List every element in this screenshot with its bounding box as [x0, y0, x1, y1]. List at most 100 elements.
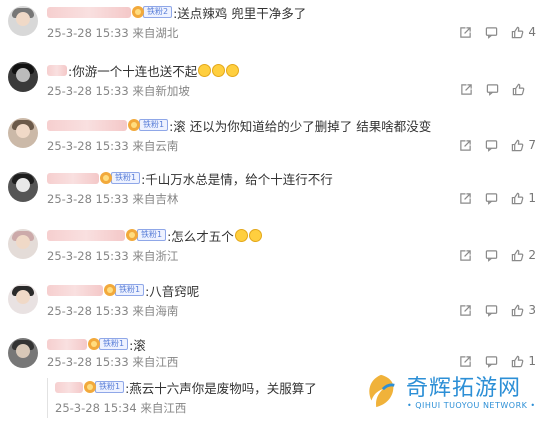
like-count: 7: [528, 138, 536, 152]
like-count: 1: [528, 354, 536, 368]
thumbs-up-icon: [512, 304, 524, 316]
username[interactable]: [47, 172, 99, 184]
username[interactable]: [47, 119, 127, 131]
medal-icon: [84, 381, 96, 393]
comment-item: 铁粉2 :送点辣鸡 兜里干净多了 25-3-28 15:33 来自湖北 4: [0, 0, 550, 56]
share-button[interactable]: [460, 83, 473, 96]
thumbs-up-icon: [512, 249, 524, 261]
medal-icon: [104, 284, 116, 296]
fan-badge: 铁粉1: [100, 172, 141, 184]
avatar[interactable]: [8, 6, 38, 36]
comment-button[interactable]: [485, 192, 498, 205]
share-icon: [460, 26, 472, 38]
comment-meta: 25-3-28 15:33 来自吉林: [47, 192, 179, 206]
username[interactable]: [47, 284, 103, 296]
fan-badge: 铁粉1: [104, 284, 145, 296]
watermark-title: 奇辉拓游网: [406, 376, 522, 401]
comment-button[interactable]: [485, 249, 498, 262]
emoji-icon: [212, 63, 226, 77]
comment-text: :千山万水总是情，给个十连行不行: [141, 171, 333, 187]
share-button[interactable]: [459, 355, 472, 368]
site-watermark: 奇辉拓游网 • QIHUI TUOYOU NETWORK •: [362, 368, 542, 420]
comment-text: :你游一个十连也送不起: [68, 63, 198, 79]
comment-text: :滚: [129, 337, 146, 353]
medal-icon: [100, 172, 112, 184]
like-button[interactable]: 1: [511, 191, 536, 205]
comment-button[interactable]: [486, 83, 499, 96]
thumbs-up-icon: [512, 139, 524, 151]
crying-emoji-icon: [234, 228, 248, 242]
comment-meta: 25-3-28 15:33 来自新加坡: [47, 84, 190, 98]
comment-meta: 25-3-28 15:33 来自云南: [47, 139, 179, 153]
reply-divider: [47, 378, 48, 418]
avatar[interactable]: [8, 172, 38, 202]
like-button[interactable]: 3: [511, 303, 536, 317]
fan-badge: 铁粉1: [128, 119, 169, 131]
fan-badge: 铁粉1: [126, 229, 167, 241]
username[interactable]: [47, 6, 131, 18]
comment-item: 铁粉1 :滚 还以为你知道给的少了删掉了 结果啥都没变 25-3-28 15:3…: [0, 113, 550, 169]
grimace-emoji-icon: [248, 228, 262, 242]
medal-icon: [88, 338, 100, 350]
like-button[interactable]: 2: [511, 248, 536, 262]
comment-text: :怎么才五个: [167, 228, 234, 244]
like-count: 2: [528, 248, 536, 262]
thumbs-up-icon: [512, 355, 524, 367]
avatar[interactable]: [8, 284, 38, 314]
like-count: 3: [528, 303, 536, 317]
like-count: 4: [528, 25, 536, 39]
share-icon: [460, 249, 472, 261]
fan-badge: 铁粉1: [84, 381, 125, 393]
comment-text: :送点辣鸡 兜里干净多了: [173, 5, 307, 21]
like-button[interactable]: [512, 83, 536, 96]
username[interactable]: [47, 229, 125, 241]
fan-badge: 铁粉2: [132, 6, 173, 18]
comment-item: 铁粉1 :怎么才五个 25-3-28 15:33 来自浙江 2: [0, 223, 550, 279]
comment-icon: [486, 249, 498, 262]
share-button[interactable]: [459, 139, 472, 152]
like-button[interactable]: 7: [511, 138, 536, 152]
avatar[interactable]: [8, 338, 38, 368]
thumbs-up-icon: [512, 192, 524, 204]
like-button[interactable]: 1: [511, 354, 536, 368]
medal-icon: [126, 229, 138, 241]
share-icon: [461, 84, 472, 95]
like-button[interactable]: 4: [511, 25, 536, 39]
medal-icon: [132, 6, 144, 18]
share-button[interactable]: [459, 192, 472, 205]
comment-icon: [486, 355, 498, 368]
comment-text: :八音窍呢: [145, 283, 200, 299]
comment-icon: [486, 304, 498, 317]
comment-icon: [486, 84, 499, 96]
avatar[interactable]: [8, 62, 38, 92]
emoji-icon: [198, 63, 212, 77]
comment-icon: [486, 26, 498, 39]
avatar[interactable]: [8, 118, 38, 148]
comment-item: 铁粉1 :八音窍呢 25-3-28 15:33 来自海南 3: [0, 278, 550, 334]
share-button[interactable]: [459, 304, 472, 317]
thumbs-up-icon: [512, 26, 524, 38]
emoji-icon: [226, 63, 240, 77]
fan-badge: 铁粉1: [88, 338, 129, 350]
thumbs-up-icon: [512, 83, 525, 96]
comment-item: :你游一个十连也送不起 25-3-28 15:33 来自新加坡: [0, 58, 550, 114]
share-icon: [460, 304, 472, 316]
share-button[interactable]: [459, 26, 472, 39]
share-icon: [460, 139, 472, 151]
username[interactable]: [55, 381, 83, 393]
comment-meta: 25-3-28 15:33 来自海南: [47, 304, 179, 318]
watermark-logo-icon: [369, 374, 395, 408]
username[interactable]: [47, 338, 87, 350]
username[interactable]: [47, 64, 67, 76]
comment-text: :滚 还以为你知道给的少了删掉了 结果啥都没变: [169, 118, 432, 134]
comment-icon: [486, 192, 498, 205]
avatar[interactable]: [8, 229, 38, 259]
comment-button[interactable]: [485, 139, 498, 152]
comment-item: 铁粉1 :千山万水总是情，给个十连行不行 25-3-28 15:33 来自吉林 …: [0, 166, 550, 222]
comment-button[interactable]: [485, 355, 498, 368]
reply-text: :燕云十六声你是废物吗，关服算了: [125, 380, 317, 396]
comment-button[interactable]: [485, 304, 498, 317]
comment-meta: 25-3-28 15:33 来自江西: [47, 355, 179, 369]
comment-button[interactable]: [485, 26, 498, 39]
share-button[interactable]: [459, 249, 472, 262]
